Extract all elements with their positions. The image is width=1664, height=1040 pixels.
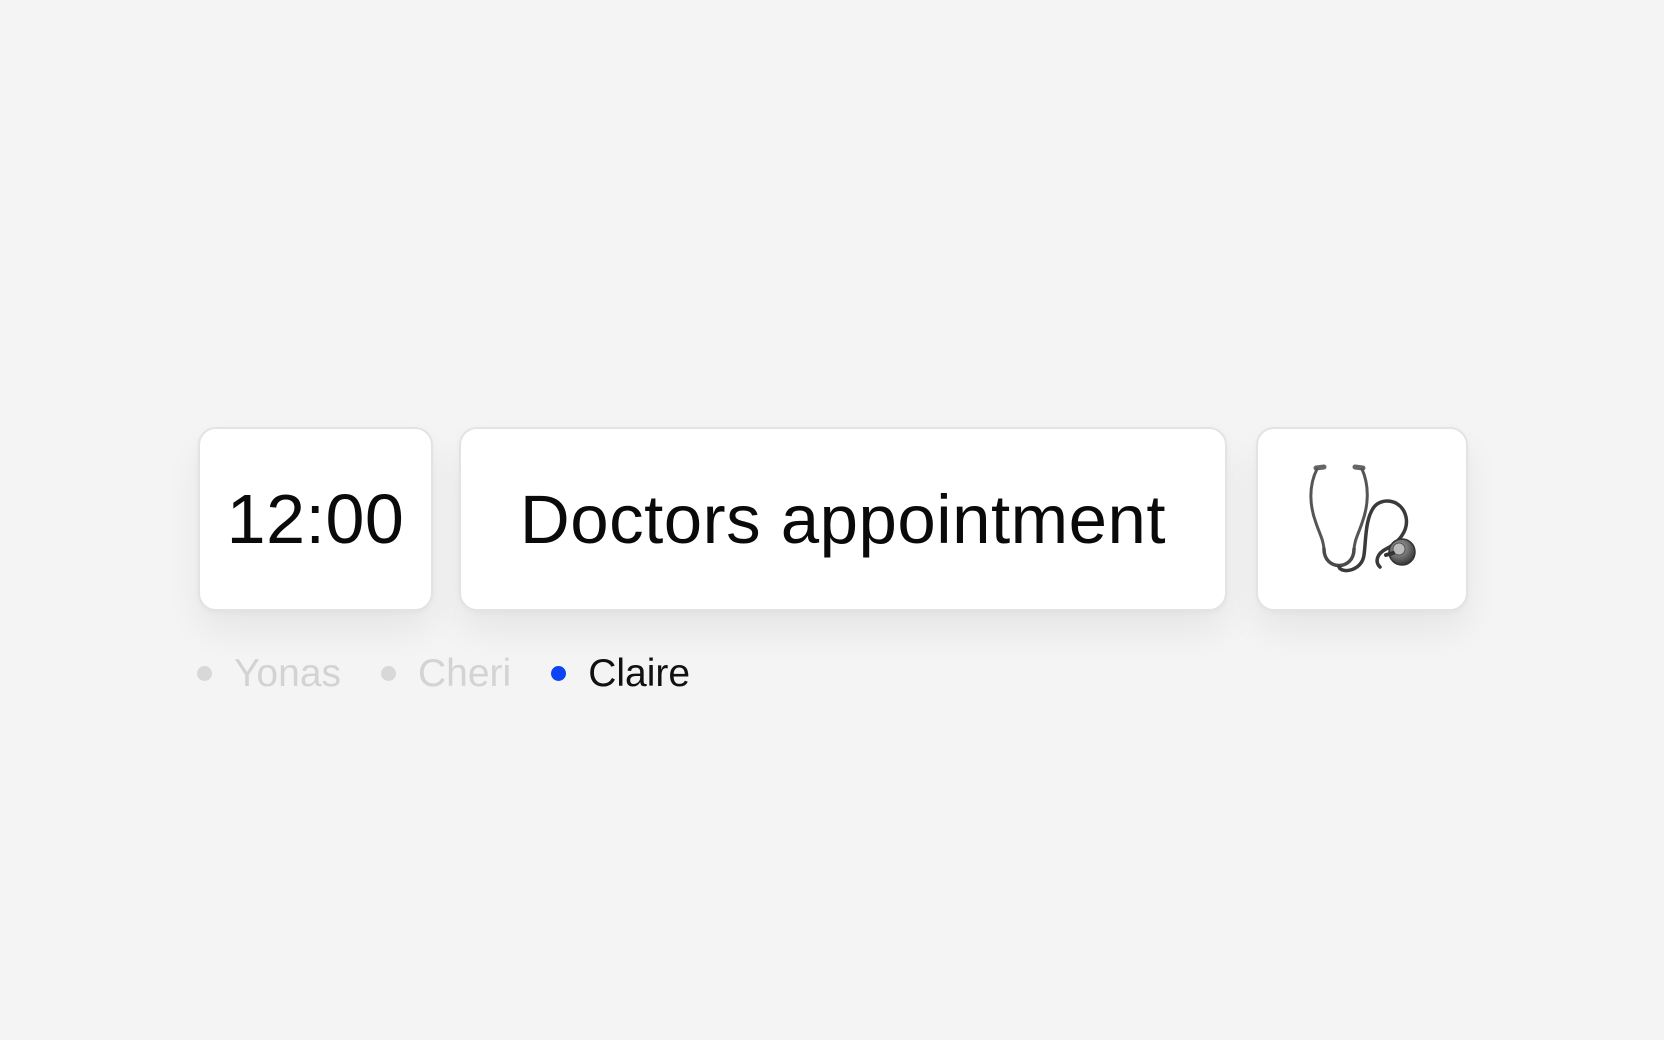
stethoscope-icon — [1302, 459, 1422, 579]
event-title: Doctors appointment — [520, 485, 1166, 554]
assignee-cheri[interactable]: Cheri — [381, 649, 511, 697]
assignee-name: Cheri — [418, 654, 511, 693]
assignee-claire[interactable]: Claire — [551, 649, 690, 697]
assignee-name: Claire — [588, 654, 690, 693]
assignee-list: Yonas Cheri Claire — [197, 649, 690, 697]
event-time: 12:00 — [227, 484, 405, 554]
icon-card[interactable] — [1256, 427, 1468, 611]
status-dot — [381, 666, 396, 681]
time-card[interactable]: 12:00 — [198, 427, 433, 611]
title-card[interactable]: Doctors appointment — [459, 427, 1227, 611]
selected-dot — [551, 666, 566, 681]
assignee-yonas[interactable]: Yonas — [197, 649, 341, 697]
assignee-name: Yonas — [234, 654, 341, 693]
status-dot — [197, 666, 212, 681]
